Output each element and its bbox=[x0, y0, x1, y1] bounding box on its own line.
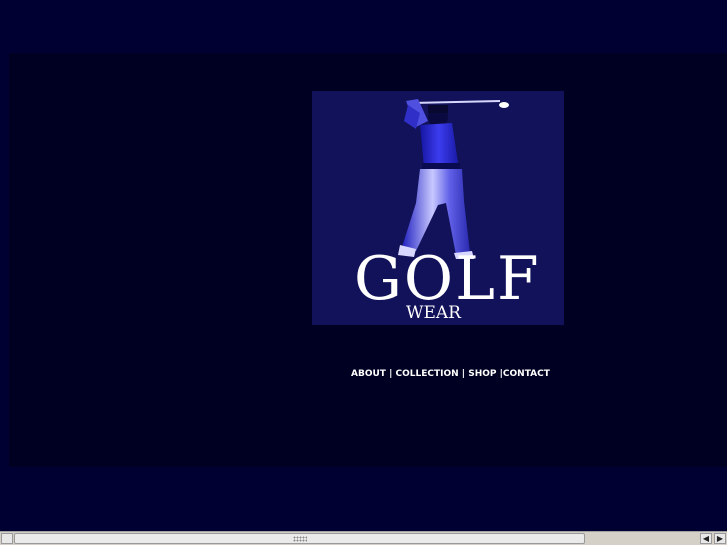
scroll-left-arrow-icon[interactable]: ◀ bbox=[700, 533, 712, 544]
horizontal-scrollbar[interactable]: ◀ ▶ bbox=[0, 531, 727, 545]
nav-link-shop[interactable]: SHOP bbox=[468, 369, 496, 379]
nav-separator: | bbox=[458, 369, 469, 379]
nav-link-about[interactable]: ABOUT bbox=[351, 369, 386, 379]
nav-link-contact[interactable]: CONTACT bbox=[503, 369, 550, 379]
scroll-right-arrow-icon[interactable]: ▶ bbox=[714, 533, 726, 544]
nav-separator: | bbox=[385, 369, 396, 379]
logo-title: GOLF bbox=[354, 244, 541, 314]
nav-link-collection[interactable]: COLLECTION bbox=[396, 369, 459, 379]
scroll-start-button[interactable] bbox=[1, 533, 13, 544]
scroll-thumb[interactable] bbox=[14, 533, 585, 544]
logo-subtitle: WEAR bbox=[406, 303, 461, 323]
main-nav: ABOUT | COLLECTION | SHOP |CONTACT bbox=[351, 368, 550, 380]
golf-wear-logo: GOLF WEAR bbox=[312, 91, 564, 325]
browser-viewport: GOLF WEAR ABOUT | COLLECTION | SHOP |CON… bbox=[0, 0, 727, 531]
thumb-grip-icon bbox=[293, 536, 307, 542]
